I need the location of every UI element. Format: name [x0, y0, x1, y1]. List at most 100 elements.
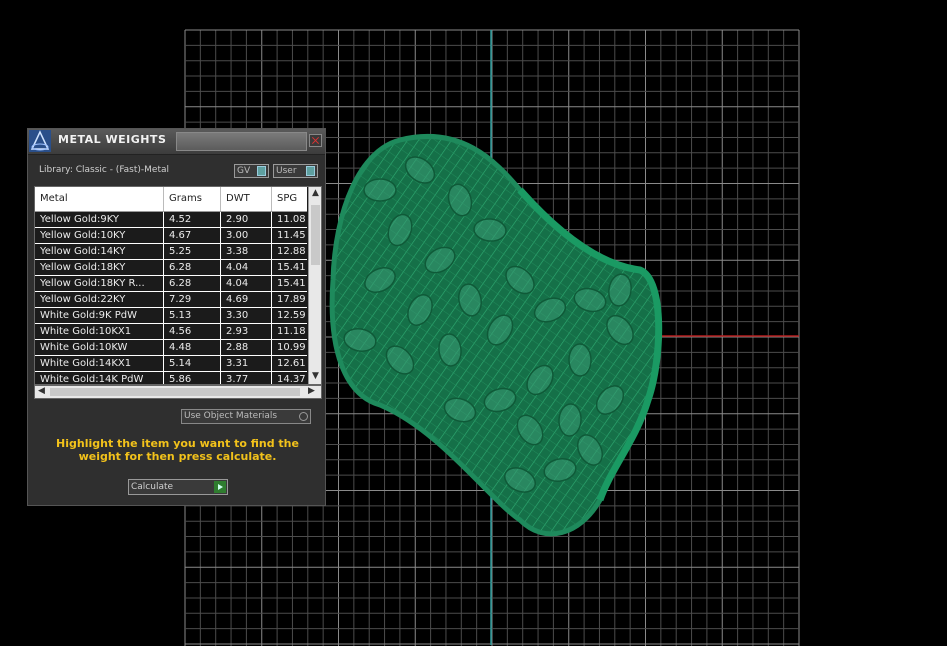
scroll-right-icon[interactable]: ▶ — [308, 386, 315, 396]
cell-dwt: 4.69 — [226, 294, 249, 305]
cell-dwt: 2.93 — [226, 326, 249, 337]
mesh-cell — [363, 178, 397, 202]
cell-divider — [220, 308, 221, 324]
cell-metal: Yellow Gold:9KY — [40, 214, 119, 225]
cell-grams: 4.56 — [169, 326, 192, 337]
table-row[interactable]: White Gold:10KW 4.48 2.88 10.99 — [35, 340, 307, 356]
column-divider[interactable] — [220, 187, 221, 211]
cell-divider — [163, 276, 164, 292]
cell-grams: 4.52 — [169, 214, 192, 225]
cell-metal: White Gold:10KX1 — [40, 326, 132, 337]
table-row[interactable]: Yellow Gold:10KY 4.67 3.00 11.45 — [35, 228, 307, 244]
cell-divider — [220, 260, 221, 276]
cell-divider — [163, 228, 164, 244]
cell-divider — [163, 356, 164, 372]
cell-grams: 6.28 — [169, 278, 192, 289]
cell-dwt: 3.30 — [226, 310, 249, 321]
table-row[interactable]: White Gold:9K PdW 5.13 3.30 12.59 — [35, 308, 307, 324]
cell-dwt: 2.88 — [226, 342, 249, 353]
cell-metal: White Gold:10KW — [40, 342, 128, 353]
cell-divider — [271, 260, 272, 276]
instruction-text: Highlight the item you want to find the … — [56, 437, 299, 463]
metal-table: Metal Grams DWT SPG Yellow Gold:9KY 4.52 2… — [34, 186, 322, 385]
cell-divider — [271, 244, 272, 260]
gv-label: GV — [237, 166, 251, 176]
cell-spg: 11.18 — [277, 326, 306, 337]
play-arrow-icon — [214, 481, 226, 493]
cell-spg: 14.37 — [277, 374, 306, 385]
cell-divider — [163, 324, 164, 340]
titlebar-fill — [176, 132, 307, 151]
panel-titlebar[interactable]: METAL WEIGHTS — [28, 129, 325, 155]
cell-divider — [163, 212, 164, 228]
cell-divider — [271, 356, 272, 372]
cell-divider — [271, 276, 272, 292]
cell-spg: 10.99 — [277, 342, 306, 353]
cell-grams: 6.28 — [169, 262, 192, 273]
column-header-dwt[interactable]: DWT — [226, 193, 250, 204]
cell-divider — [271, 308, 272, 324]
toggle-knob — [257, 166, 266, 176]
cell-spg: 11.45 — [277, 230, 306, 241]
scroll-thumb[interactable] — [311, 205, 320, 265]
cell-metal: White Gold:14KX1 — [40, 358, 132, 369]
column-header-metal[interactable]: Metal — [40, 193, 68, 204]
cell-divider — [163, 244, 164, 260]
cell-metal: Yellow Gold:22KY — [40, 294, 126, 305]
close-icon[interactable] — [309, 134, 322, 147]
use-object-materials-toggle[interactable]: Use Object Materials — [181, 409, 311, 424]
table-row[interactable]: Yellow Gold:9KY 4.52 2.90 11.08 — [35, 212, 307, 228]
calculate-label: Calculate — [131, 482, 174, 492]
cell-divider — [271, 228, 272, 244]
column-divider[interactable] — [271, 187, 272, 211]
column-header-spg[interactable]: SPG — [277, 193, 297, 204]
cell-dwt: 3.31 — [226, 358, 249, 369]
cell-metal: White Gold:9K PdW — [40, 310, 137, 321]
table-row[interactable]: Yellow Gold:22KY 7.29 4.69 17.89 — [35, 292, 307, 308]
column-divider[interactable] — [163, 187, 164, 211]
table-row[interactable]: White Gold:14KX1 5.14 3.31 12.61 — [35, 356, 307, 372]
cell-spg: 12.61 — [277, 358, 306, 369]
calculate-button[interactable]: Calculate — [128, 479, 228, 495]
vertical-scrollbar[interactable]: ▲ ▼ — [308, 187, 321, 384]
user-label: User — [276, 166, 297, 176]
table-row[interactable]: Yellow Gold:18KY R... 6.28 4.04 15.41 — [35, 276, 307, 292]
scroll-down-icon[interactable]: ▼ — [312, 371, 319, 381]
panel-title: METAL WEIGHTS — [58, 133, 167, 146]
table-row[interactable]: White Gold:14K PdW 5.86 3.77 14.37 — [35, 372, 307, 385]
mesh-cell — [568, 343, 592, 377]
cell-divider — [220, 292, 221, 308]
cell-divider — [220, 212, 221, 228]
cell-spg: 12.88 — [277, 246, 306, 257]
cell-divider — [220, 356, 221, 372]
user-toggle[interactable]: User — [273, 164, 318, 178]
cell-divider — [220, 324, 221, 340]
scroll-up-icon[interactable]: ▲ — [312, 188, 319, 198]
use-object-materials-label: Use Object Materials — [184, 411, 278, 421]
column-header-grams[interactable]: Grams — [169, 193, 202, 204]
cell-dwt: 3.00 — [226, 230, 249, 241]
cell-divider — [220, 372, 221, 384]
scroll-left-icon[interactable]: ◀ — [38, 386, 45, 396]
table-row[interactable]: White Gold:10KX1 4.56 2.93 11.18 — [35, 324, 307, 340]
cell-divider — [271, 340, 272, 356]
cell-divider — [163, 260, 164, 276]
horizontal-scrollbar[interactable]: ◀ ▶ — [34, 385, 322, 399]
table-row[interactable]: Yellow Gold:18KY 6.28 4.04 15.41 — [35, 260, 307, 276]
cell-grams: 4.48 — [169, 342, 192, 353]
cell-divider — [271, 372, 272, 384]
cell-dwt: 2.90 — [226, 214, 249, 225]
table-body: Yellow Gold:9KY 4.52 2.90 11.08 Yellow Gold:… — [35, 212, 307, 385]
scroll-thumb[interactable] — [50, 388, 300, 396]
table-row[interactable]: Yellow Gold:14KY 5.25 3.38 12.88 — [35, 244, 307, 260]
cell-grams: 5.13 — [169, 310, 192, 321]
cell-spg: 15.41 — [277, 278, 306, 289]
cell-divider — [220, 276, 221, 292]
gv-toggle[interactable]: GV — [234, 164, 269, 178]
metal-weights-panel: METAL WEIGHTS Library: Classic - (Fast)-… — [27, 128, 326, 506]
cell-dwt: 4.04 — [226, 278, 249, 289]
wireframe-mesh[interactable] — [329, 133, 663, 537]
cell-divider — [163, 340, 164, 356]
cell-metal: White Gold:14K PdW — [40, 374, 144, 385]
cell-spg: 17.89 — [277, 294, 306, 305]
